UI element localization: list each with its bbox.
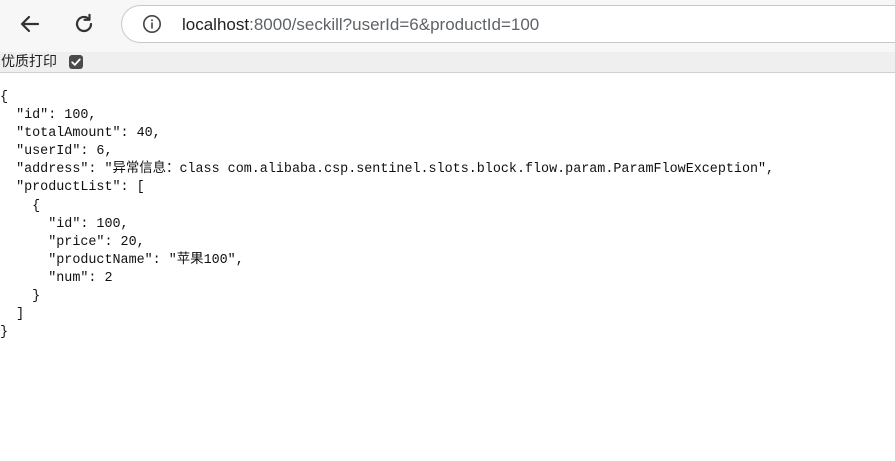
url-text[interactable]: localhost:8000/seckill?userId=6&productI… xyxy=(182,15,539,35)
reload-icon xyxy=(75,13,93,33)
json-line: { xyxy=(0,198,41,214)
json-line: "userId": 6, xyxy=(0,144,113,160)
json-line: } xyxy=(0,325,9,341)
json-line: } xyxy=(0,289,41,305)
json-line: "totalAmount": 40, xyxy=(0,126,161,142)
json-line: ] xyxy=(0,307,25,323)
json-line: "productList": [ xyxy=(0,180,145,196)
reload-button[interactable] xyxy=(66,6,102,42)
json-line: "productName": "苹果100", xyxy=(0,252,244,268)
pretty-print-bar: 优质打印 xyxy=(0,52,895,73)
arrow-left-icon xyxy=(20,15,40,33)
json-line: "num": 2 xyxy=(0,270,113,286)
pretty-print-label: 优质打印 xyxy=(1,54,57,70)
pretty-print-checkbox[interactable] xyxy=(69,55,83,69)
checkmark-icon xyxy=(71,58,81,66)
address-bar[interactable]: localhost:8000/seckill?userId=6&productI… xyxy=(121,5,895,43)
json-line: { xyxy=(0,90,9,105)
json-line: "price": 20, xyxy=(0,234,145,250)
url-host: localhost xyxy=(182,15,250,34)
json-line: "id": 100, xyxy=(0,108,97,124)
json-line: "address": "异常信息：class com.alibaba.csp.s… xyxy=(0,162,775,178)
url-path: :8000/seckill?userId=6&productId=100 xyxy=(249,15,540,34)
json-response-body: { "id": 100, "totalAmount": 40, "userId"… xyxy=(0,89,774,342)
back-button[interactable] xyxy=(12,6,48,42)
json-line: "id": 100, xyxy=(0,216,129,232)
browser-toolbar: localhost:8000/seckill?userId=6&productI… xyxy=(0,0,895,52)
info-icon[interactable] xyxy=(142,14,162,34)
